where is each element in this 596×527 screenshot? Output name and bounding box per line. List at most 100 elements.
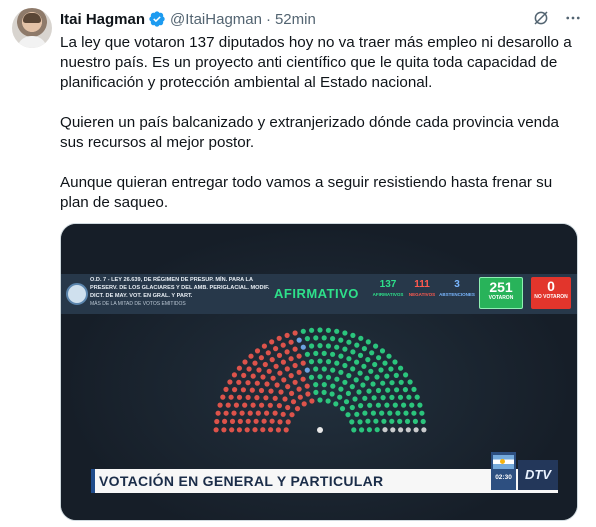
seat-marker	[285, 404, 291, 411]
seat-marker	[337, 394, 343, 400]
seat-marker	[325, 327, 331, 333]
seat-marker	[305, 391, 311, 397]
seat-marker	[393, 372, 399, 378]
seat-marker	[309, 327, 315, 333]
seat-marker	[334, 328, 340, 334]
seat-marker	[262, 361, 268, 368]
seat-marker	[389, 380, 395, 386]
seat-marker	[273, 363, 279, 369]
seat-marker	[371, 395, 377, 401]
more-icon[interactable]	[564, 9, 582, 27]
seat-marker	[231, 372, 237, 378]
seat-marker	[321, 366, 327, 372]
seat-marker	[405, 427, 411, 433]
seat-marker	[346, 356, 352, 362]
tweet[interactable]: Itai Hagman @ItaiHagman · 52min La ley q…	[0, 0, 596, 527]
seat-marker	[362, 395, 368, 401]
seat-marker	[255, 410, 261, 416]
seat-marker	[397, 394, 404, 400]
seat-marker	[321, 382, 327, 388]
seat-marker	[221, 427, 227, 433]
seat-marker	[260, 427, 266, 433]
seat-marker	[227, 379, 233, 385]
no-votaron-number: 0	[547, 278, 555, 294]
grok-icon[interactable]	[532, 9, 550, 27]
seat-marker	[240, 387, 246, 393]
tweet-time[interactable]: 52min	[275, 11, 316, 28]
seat-marker	[321, 350, 327, 356]
tweet-text: La ley que votaron 137 diputados hoy no …	[60, 33, 580, 233]
seat-marker	[285, 384, 291, 390]
seat-marker	[419, 410, 425, 416]
author-name[interactable]: Itai Hagman	[60, 11, 145, 28]
seat-marker	[296, 369, 302, 375]
seat-marker	[264, 381, 270, 387]
seat-marker	[266, 368, 272, 374]
seat-marker	[407, 379, 413, 385]
vote-result: AFIRMATIVO	[274, 286, 359, 301]
seat-marker	[386, 353, 392, 359]
seat-marker	[249, 387, 255, 393]
seat-marker	[334, 344, 340, 350]
seat-marker	[372, 361, 378, 368]
seat-marker	[409, 402, 415, 408]
seat-marker	[304, 336, 310, 342]
seat-marker	[245, 394, 251, 400]
seat-marker	[300, 360, 306, 366]
seat-marker	[358, 335, 364, 341]
seat-marker	[263, 395, 269, 401]
seat-marker	[351, 427, 357, 433]
seat-marker	[284, 332, 290, 338]
seat-marker	[272, 395, 278, 401]
seat-marker	[283, 427, 289, 433]
seat-marker	[342, 330, 348, 336]
seat-marker	[343, 399, 350, 405]
seat-marker	[297, 394, 303, 400]
seat-marker	[345, 390, 351, 396]
seat-marker	[223, 386, 229, 392]
seat-marker	[247, 410, 253, 416]
president-seat-marker	[317, 427, 323, 433]
seat-marker	[304, 367, 310, 373]
seat-marker	[296, 386, 302, 392]
tweet-header: Itai Hagman @ItaiHagman · 52min	[60, 8, 316, 30]
seat-marker	[254, 348, 261, 354]
seat-marker	[254, 395, 260, 401]
seat-marker	[361, 346, 367, 352]
seat-marker	[229, 427, 235, 433]
seat-marker	[353, 377, 359, 383]
seat-marker	[256, 367, 262, 373]
seat-marker	[276, 352, 283, 358]
seat-marker	[280, 359, 286, 365]
author-handle[interactable]: @ItaiHagman	[170, 11, 262, 28]
seat-marker	[321, 389, 327, 395]
seat-marker	[296, 353, 302, 359]
avatar[interactable]	[12, 8, 52, 48]
seat-marker	[250, 373, 256, 379]
seat-marker	[290, 399, 297, 405]
vote-description-text: O.D. 7 - LEY 26.639, DE RÉGIMEN DE PRESU…	[90, 277, 270, 299]
seat-marker	[367, 402, 373, 408]
lower-third-stripe	[91, 469, 95, 493]
tweet-paragraph-1: La ley que votaron 137 diputados hoy no …	[60, 34, 572, 91]
seat-marker	[308, 374, 315, 380]
seat-marker	[330, 383, 336, 389]
seat-marker	[215, 410, 221, 416]
seat-marker	[280, 411, 286, 417]
count-abstenciones: 3 ABSTENCIONES	[436, 279, 478, 297]
seat-marker	[398, 427, 404, 433]
seat-marker	[269, 357, 275, 363]
seat-marker	[342, 379, 348, 385]
seat-marker	[244, 427, 250, 433]
seat-marker	[273, 346, 279, 352]
seat-marker	[385, 387, 391, 393]
seat-marker	[317, 327, 323, 333]
seat-marker	[317, 397, 323, 403]
seat-marker	[421, 427, 427, 433]
count-abstenciones-label: ABSTENCIONES	[439, 292, 475, 297]
seat-marker	[241, 372, 247, 378]
tweet-paragraph-2: Quieren un país balcanizado y extranjeri…	[60, 114, 559, 151]
seat-marker	[252, 360, 258, 366]
seat-marker	[350, 349, 356, 355]
tweet-media-image[interactable]: O.D. 7 - LEY 26.639, DE RÉGIMEN DE PRESU…	[60, 223, 578, 521]
